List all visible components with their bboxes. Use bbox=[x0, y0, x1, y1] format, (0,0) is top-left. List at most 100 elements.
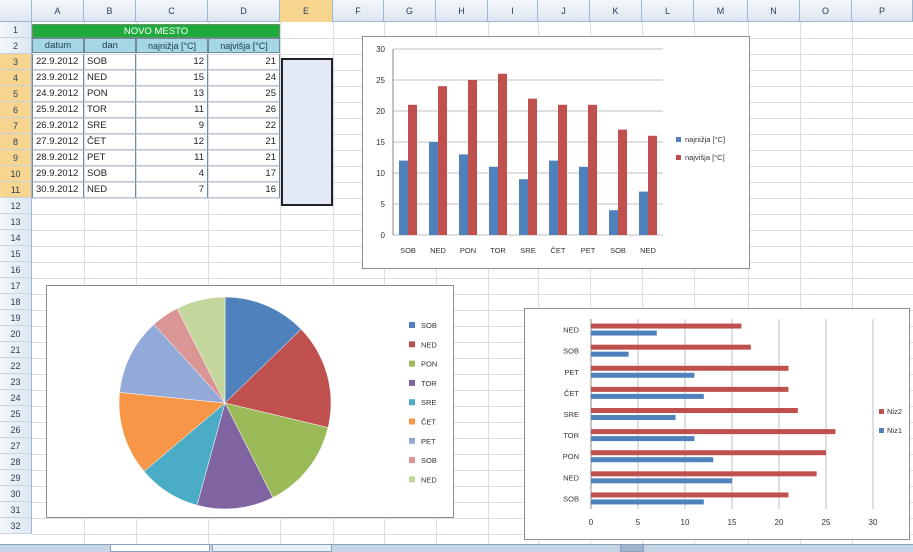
cell-najnizja[interactable]: 13 bbox=[136, 86, 208, 102]
row-header-32[interactable]: 32 bbox=[0, 518, 32, 534]
row-header-19[interactable]: 19 bbox=[0, 310, 32, 326]
cell-datum[interactable]: 29.9.2012 bbox=[32, 166, 84, 182]
row-header-10[interactable]: 10 bbox=[0, 166, 32, 182]
cell-najnizja[interactable]: 11 bbox=[136, 150, 208, 166]
cell-datum[interactable]: 30.9.2012 bbox=[32, 182, 84, 198]
cell-najvisja[interactable]: 16 bbox=[208, 182, 280, 198]
row-header-6[interactable]: 6 bbox=[0, 102, 32, 118]
row-header-28[interactable]: 28 bbox=[0, 454, 32, 470]
cell-dan[interactable]: SOB bbox=[84, 54, 136, 70]
row-header-4[interactable]: 4 bbox=[0, 70, 32, 86]
row-header-11[interactable]: 11 bbox=[0, 182, 32, 198]
row-header-23[interactable]: 23 bbox=[0, 374, 32, 390]
column-header-m[interactable]: M bbox=[694, 0, 748, 22]
cell-najvisja[interactable]: 21 bbox=[208, 150, 280, 166]
row-header-14[interactable]: 14 bbox=[0, 230, 32, 246]
column-header-b[interactable]: B bbox=[84, 0, 136, 22]
cell-datum[interactable]: 27.9.2012 bbox=[32, 134, 84, 150]
row-header-25[interactable]: 25 bbox=[0, 406, 32, 422]
cell-najvisja[interactable]: 21 bbox=[208, 134, 280, 150]
column-header-k[interactable]: K bbox=[590, 0, 642, 22]
row-header-17[interactable]: 17 bbox=[0, 278, 32, 294]
column-header-j[interactable]: J bbox=[538, 0, 590, 22]
row-header-29[interactable]: 29 bbox=[0, 470, 32, 486]
row-header-13[interactable]: 13 bbox=[0, 214, 32, 230]
row-header-27[interactable]: 27 bbox=[0, 438, 32, 454]
cell-dan[interactable]: NED bbox=[84, 182, 136, 198]
legend-swatch bbox=[409, 476, 415, 483]
header-najnizja[interactable]: najnižja [°C] bbox=[136, 38, 208, 53]
row-header-26[interactable]: 26 bbox=[0, 422, 32, 438]
cell-najnizja[interactable]: 7 bbox=[136, 182, 208, 198]
spreadsheet[interactable]: ABCDEFGHIJKLMNOP 1 2 3 4 5 6 7 8 9 10 11 12 13 14 15 16… bbox=[0, 0, 913, 552]
cell-datum[interactable]: 26.9.2012 bbox=[32, 118, 84, 134]
bar-najnizja bbox=[639, 191, 648, 235]
selected-range[interactable] bbox=[281, 58, 333, 206]
column-header-d[interactable]: D bbox=[208, 0, 280, 22]
row-header-20[interactable]: 20 bbox=[0, 326, 32, 342]
column-header-a[interactable]: A bbox=[32, 0, 84, 22]
row-header-3[interactable]: 3 bbox=[0, 54, 32, 70]
cell-najnizja[interactable]: 12 bbox=[136, 134, 208, 150]
cell-najvisja[interactable]: 24 bbox=[208, 70, 280, 86]
row-header-2[interactable]: 2 bbox=[0, 38, 32, 54]
cell-dan[interactable]: SOB bbox=[84, 166, 136, 182]
row-header-16[interactable]: 16 bbox=[0, 262, 32, 278]
header-datum[interactable]: datum bbox=[32, 38, 84, 53]
row-header-31[interactable]: 31 bbox=[0, 502, 32, 518]
row-header-1[interactable]: 1 bbox=[0, 22, 32, 38]
cell-dan[interactable]: PET bbox=[84, 150, 136, 166]
cell-datum[interactable]: 28.9.2012 bbox=[32, 150, 84, 166]
sheet-tab-active[interactable] bbox=[110, 545, 210, 552]
column-header-c[interactable]: C bbox=[136, 0, 208, 22]
row-header-22[interactable]: 22 bbox=[0, 358, 32, 374]
sheet-scrollbar[interactable] bbox=[620, 545, 644, 552]
cell-dan[interactable]: NED bbox=[84, 70, 136, 86]
cell-datum[interactable]: 24.9.2012 bbox=[32, 86, 84, 102]
header-najvisja[interactable]: najvišja [°C] bbox=[208, 38, 280, 53]
cell-datum[interactable]: 25.9.2012 bbox=[32, 102, 84, 118]
column-header-o[interactable]: O bbox=[800, 0, 852, 22]
cell-najnizja[interactable]: 4 bbox=[136, 166, 208, 182]
cell-najvisja[interactable]: 25 bbox=[208, 86, 280, 102]
column-header-h[interactable]: H bbox=[436, 0, 488, 22]
row-header-18[interactable]: 18 bbox=[0, 294, 32, 310]
row-header-12[interactable]: 12 bbox=[0, 198, 32, 214]
column-header-e[interactable]: E bbox=[280, 0, 333, 22]
column-header-i[interactable]: I bbox=[488, 0, 538, 22]
header-dan[interactable]: dan bbox=[84, 38, 136, 53]
row-header-30[interactable]: 30 bbox=[0, 486, 32, 502]
cell-datum[interactable]: 22.9.2012 bbox=[32, 54, 84, 70]
cell-dan[interactable]: PON bbox=[84, 86, 136, 102]
column-header-g[interactable]: G bbox=[384, 0, 436, 22]
cell-najvisja[interactable]: 17 bbox=[208, 166, 280, 182]
column-header-f[interactable]: F bbox=[333, 0, 384, 22]
sheet-tab[interactable] bbox=[212, 545, 332, 552]
cell-najvisja[interactable]: 26 bbox=[208, 102, 280, 118]
cell-najnizja[interactable]: 15 bbox=[136, 70, 208, 86]
column-header-p[interactable]: P bbox=[852, 0, 913, 22]
cell-najvisja[interactable]: 22 bbox=[208, 118, 280, 134]
cell-najnizja[interactable]: 11 bbox=[136, 102, 208, 118]
column-header-n[interactable]: N bbox=[748, 0, 800, 22]
cell-najvisja[interactable]: 21 bbox=[208, 54, 280, 70]
select-all-corner[interactable] bbox=[0, 0, 32, 22]
cell-datum[interactable]: 23.9.2012 bbox=[32, 70, 84, 86]
row-header-24[interactable]: 24 bbox=[0, 390, 32, 406]
row-header-5[interactable]: 5 bbox=[0, 86, 32, 102]
row-header-21[interactable]: 21 bbox=[0, 342, 32, 358]
column-header-l[interactable]: L bbox=[642, 0, 694, 22]
row-header-7[interactable]: 7 bbox=[0, 118, 32, 134]
pie-chart[interactable]: SOB NED PON TOR SRE ČET PET SOB NED bbox=[46, 285, 454, 518]
row-header-8[interactable]: 8 bbox=[0, 134, 32, 150]
cell-najnizja[interactable]: 9 bbox=[136, 118, 208, 134]
row-header-15[interactable]: 15 bbox=[0, 246, 32, 262]
table-title[interactable]: NOVO MESTO bbox=[32, 24, 280, 38]
row-header-9[interactable]: 9 bbox=[0, 150, 32, 166]
cell-dan[interactable]: TOR bbox=[84, 102, 136, 118]
cell-najnizja[interactable]: 12 bbox=[136, 54, 208, 70]
bar-chart[interactable]: 0 5 10 15 20 25 30 SOB NED PON TOR SRE ČET PET SOB NED N… bbox=[524, 308, 910, 540]
cell-dan[interactable]: ČET bbox=[84, 134, 136, 150]
cell-dan[interactable]: SRE bbox=[84, 118, 136, 134]
column-chart[interactable]: 0 5 10 15 20 25 30 SOB NED PON TOR SRE ČET PET SOB NED n… bbox=[362, 36, 750, 269]
